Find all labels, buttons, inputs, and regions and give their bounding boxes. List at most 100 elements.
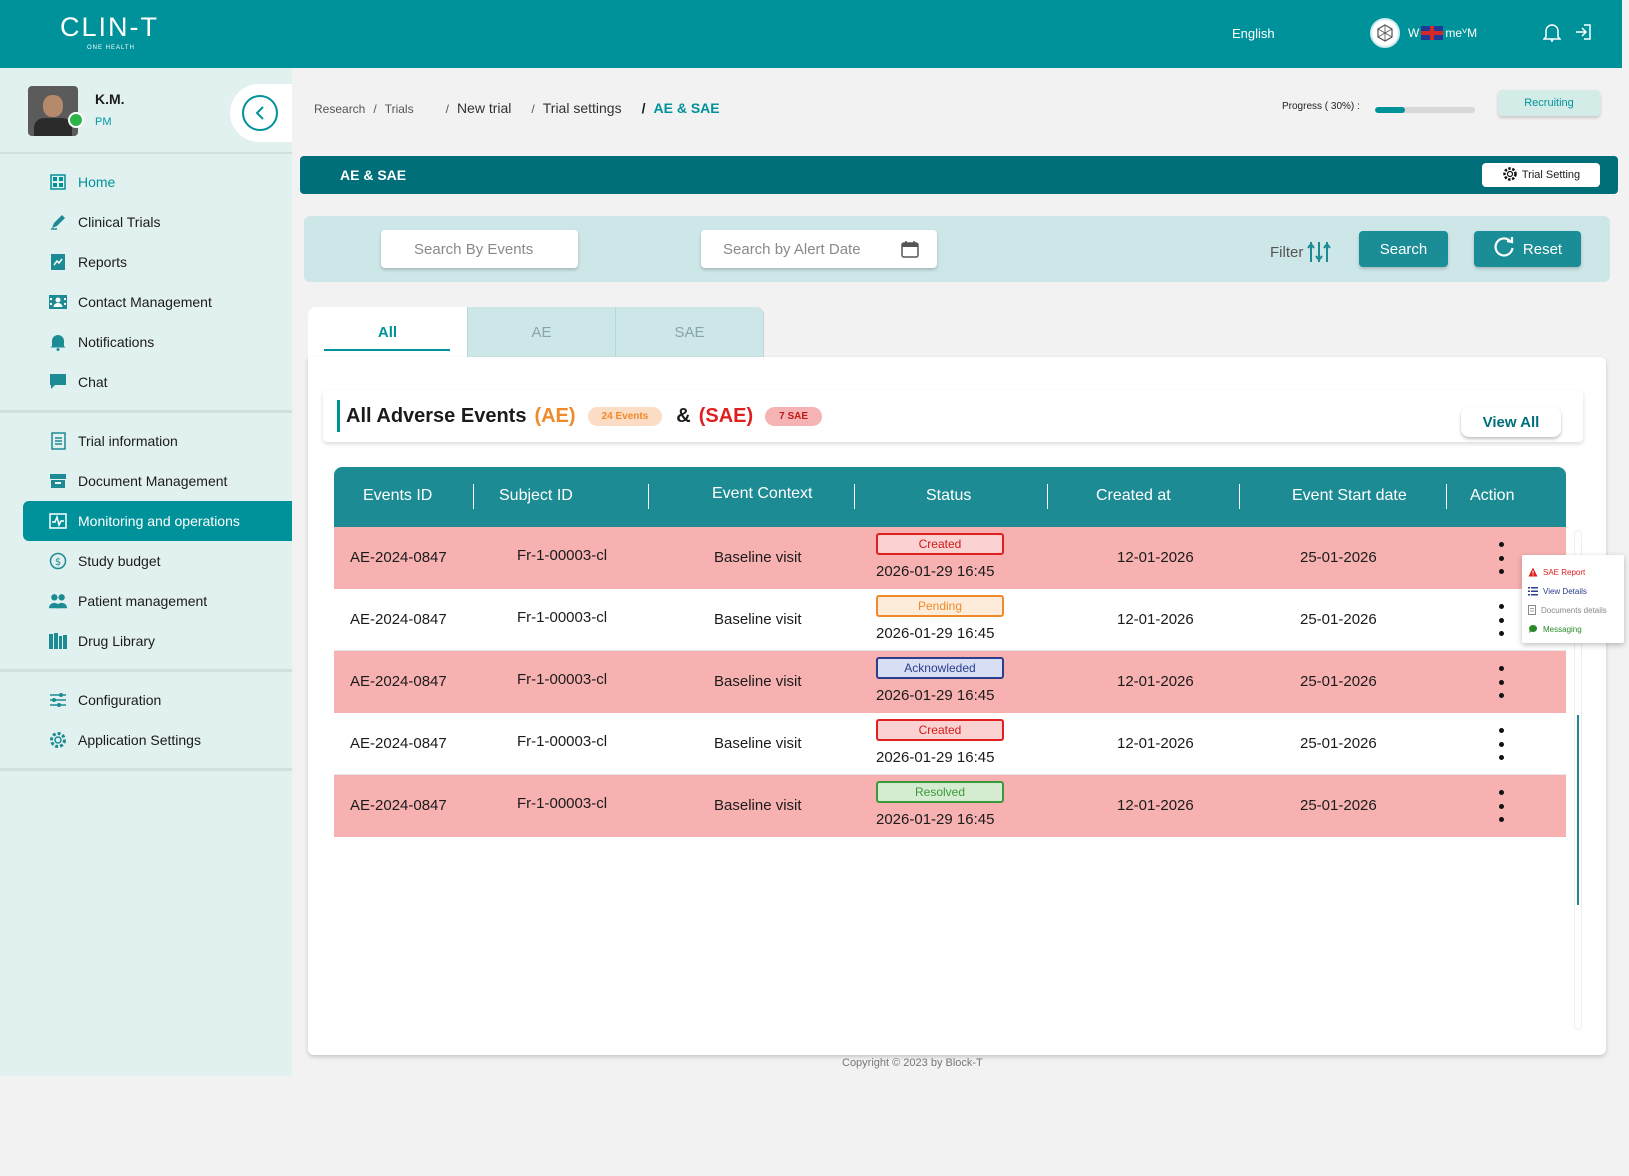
table-header: Events ID Subject ID Event Context Statu…: [334, 467, 1566, 527]
breadcrumb-separator: /: [445, 102, 449, 116]
event-type-tabs: All AE SAE: [308, 307, 766, 357]
nav-group-main: Home Clinical Trials Reports Contact Man…: [0, 154, 292, 413]
grid-icon: [48, 172, 68, 192]
sidebar-item-application-settings[interactable]: Application Settings: [0, 720, 292, 760]
th-action: Action: [1470, 487, 1515, 504]
sidebar-item-clinical-trials[interactable]: Clinical Trials: [0, 202, 292, 242]
tab-sae[interactable]: SAE: [616, 307, 764, 357]
cell-event-id: AE-2024-0847: [350, 735, 447, 752]
uk-flag-icon: [1421, 26, 1444, 41]
calendar-icon[interactable]: [901, 240, 919, 262]
cell-created-at: 12-01-2026: [1117, 549, 1194, 566]
sidebar-item-reports[interactable]: Reports: [0, 242, 292, 282]
profile-role: PM: [95, 116, 112, 128]
table-row[interactable]: AE-2024-0847 Fr-1-00003-cl Baseline visi…: [334, 713, 1566, 775]
document-icon: [48, 431, 68, 451]
scrollbar-thumb[interactable]: [1577, 715, 1579, 905]
table-row[interactable]: AE-2024-0847 Fr-1-00003-cl Baseline visi…: [334, 527, 1566, 589]
sidebar-item-home[interactable]: Home: [0, 162, 292, 202]
status-badge: Resolved: [876, 781, 1004, 803]
cell-start-date: 25-01-2026: [1300, 611, 1377, 628]
cell-status-date: 2026-01-29 16:45: [876, 563, 995, 580]
search-alert-date-input[interactable]: Search by Alert Date: [701, 230, 937, 268]
section-title-band: AE & SAE Trial Setting: [300, 156, 1618, 194]
sidebar-item-monitoring-and-operations[interactable]: Monitoring and operations: [23, 501, 292, 541]
tab-ae[interactable]: AE: [468, 307, 616, 357]
cell-created-at: 12-01-2026: [1117, 735, 1194, 752]
archive-icon: [48, 471, 68, 491]
cell-created-at: 12-01-2026: [1117, 797, 1194, 814]
table-row[interactable]: AE-2024-0847 Fr-1-00003-cl Baseline visi…: [334, 775, 1566, 837]
breadcrumb-separator: /: [531, 102, 535, 116]
trial-setting-button[interactable]: Trial Setting: [1482, 163, 1600, 187]
logout-icon[interactable]: [1573, 22, 1593, 42]
breadcrumb: Research / Trials / New trial / Trial se…: [314, 100, 720, 116]
more-actions-icon[interactable]: [1496, 604, 1506, 636]
status-badge: Acknowleded: [876, 657, 1004, 679]
more-actions-icon[interactable]: [1496, 542, 1506, 574]
bell-icon[interactable]: [1543, 22, 1561, 42]
more-actions-icon[interactable]: [1496, 666, 1506, 698]
menu-item-label: SAE Report: [1543, 568, 1586, 577]
menu-item-view-details[interactable]: View Details: [1528, 582, 1618, 601]
more-actions-icon[interactable]: [1496, 790, 1506, 822]
cell-created-at: 12-01-2026: [1117, 611, 1194, 628]
cell-event-id: AE-2024-0847: [350, 611, 447, 628]
table-row[interactable]: AE-2024-0847 Fr-1-00003-cl Baseline visi…: [334, 589, 1566, 651]
search-events-input[interactable]: Search By Events: [381, 230, 578, 268]
sidebar-item-label: Drug Library: [78, 633, 156, 649]
cell-event-id: AE-2024-0847: [350, 797, 447, 814]
status-badge: Created: [876, 719, 1004, 741]
sidebar-item-patient-management[interactable]: Patient management: [0, 581, 292, 621]
cell-start-date: 25-01-2026: [1300, 549, 1377, 566]
library-icon: [48, 631, 68, 651]
sidebar-item-chat[interactable]: Chat: [0, 362, 292, 402]
breadcrumb-new-trial[interactable]: New trial: [457, 100, 511, 116]
sidebar-item-contact-management[interactable]: Contact Management: [0, 282, 292, 322]
breadcrumb-trials[interactable]: Trials: [385, 102, 414, 116]
document-icon: [1528, 604, 1536, 617]
th-created-at: Created at: [1096, 487, 1171, 504]
brand-tagline: ONE HEALTH: [87, 45, 135, 51]
sidebar-item-label: Clinical Trials: [78, 214, 161, 230]
sidebar-item-label: Reports: [78, 254, 128, 270]
card-header: All Adverse Events (AE) 24 Events & (SAE…: [323, 390, 1583, 442]
chat-icon: [48, 372, 68, 392]
bell-icon: [48, 332, 68, 352]
patients-icon: [48, 591, 68, 611]
budget-icon: $: [48, 551, 68, 571]
collapse-sidebar-button[interactable]: [230, 84, 292, 142]
more-actions-icon[interactable]: [1496, 728, 1506, 760]
pulse-icon: [48, 511, 68, 531]
search-button[interactable]: Search: [1359, 231, 1448, 267]
breadcrumb-trial-settings[interactable]: Trial settings: [543, 100, 622, 116]
menu-item-documents-details[interactable]: Documents details: [1528, 601, 1618, 620]
copyright-footer: Copyright © 2023 by Block-T: [842, 1057, 983, 1069]
sidebar-item-trial-information[interactable]: Trial information: [0, 421, 292, 461]
menu-item-sae-report[interactable]: SAE Report: [1528, 563, 1618, 582]
sidebar-item-drug-library[interactable]: Drug Library: [0, 621, 292, 661]
sidebar-item-configuration[interactable]: Configuration: [0, 680, 292, 720]
reset-button[interactable]: Reset: [1474, 231, 1581, 267]
sliders-icon: [48, 690, 68, 710]
language-selector[interactable]: English: [1232, 26, 1275, 41]
nav-group-trial: Trial information Document Management Mo…: [0, 413, 292, 672]
gear-icon: [1502, 166, 1518, 185]
breadcrumb-research[interactable]: Research: [314, 102, 365, 116]
menu-item-label: Documents details: [1541, 606, 1607, 615]
tab-all[interactable]: All: [308, 307, 468, 357]
filter-toggle[interactable]: Filter: [1270, 240, 1332, 264]
sidebar-item-document-management[interactable]: Document Management: [0, 461, 292, 501]
user-menu[interactable]: WmeⱽM: [1370, 18, 1477, 48]
status-badge: Created: [876, 533, 1004, 555]
view-all-button[interactable]: View All: [1461, 407, 1561, 437]
th-event-context: Event Context: [712, 485, 813, 502]
sidebar-item-study-budget[interactable]: $ Study budget: [0, 541, 292, 581]
table-row[interactable]: AE-2024-0847 Fr-1-00003-cl Baseline visi…: [334, 651, 1566, 713]
menu-item-label: Messaging: [1543, 625, 1582, 634]
status-badge: Recruiting: [1498, 90, 1600, 116]
sidebar-item-notifications[interactable]: Notifications: [0, 322, 292, 362]
ae-count-badge: 24 Events: [587, 407, 663, 426]
sidebar-item-label: Trial information: [78, 433, 178, 449]
menu-item-messaging[interactable]: Messaging: [1528, 620, 1618, 639]
